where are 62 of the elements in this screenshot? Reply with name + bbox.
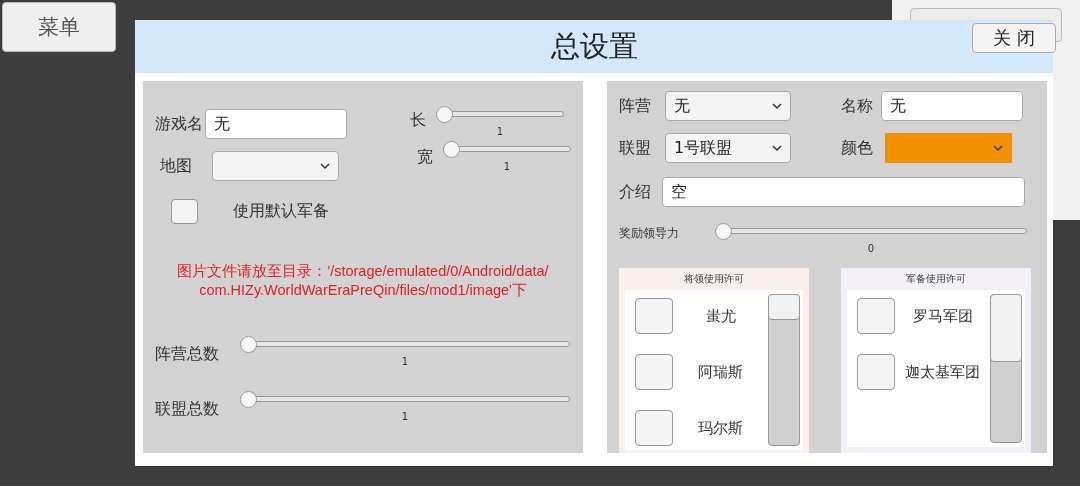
input-field[interactable]: 空 [662, 177, 1025, 207]
field-label: 奖励领导力 [619, 225, 680, 242]
list-item-name: 蚩尤 [704, 306, 737, 326]
checkbox[interactable] [857, 354, 895, 390]
chevron-down-icon [320, 162, 330, 170]
checkbox[interactable] [635, 354, 673, 390]
slider-thumb[interactable] [715, 223, 732, 240]
dropdown-value: 1号联盟 [674, 137, 733, 159]
slider[interactable] [240, 336, 570, 353]
slider[interactable] [436, 105, 564, 123]
slider-thumb[interactable] [443, 140, 460, 158]
field-label: 地图 [160, 155, 192, 177]
dropdown[interactable] [212, 151, 339, 181]
slider-thumb[interactable] [240, 336, 257, 353]
field-label: 游戏名 [155, 113, 203, 135]
checkbox-label: 使用默认军备 [233, 201, 329, 222]
chevron-down-icon [772, 102, 782, 110]
color-dropdown[interactable] [885, 133, 1012, 163]
slider-value: 1 [401, 411, 409, 422]
slider[interactable] [240, 391, 570, 408]
field-label: 介绍 [619, 181, 652, 203]
scrollbar[interactable] [768, 294, 800, 446]
list-item-name: 阿瑞斯 [697, 362, 744, 382]
field-label: 阵营总数 [155, 344, 220, 365]
slider-value: 1 [401, 356, 409, 367]
field-label: 宽 [417, 146, 433, 168]
list-title: 将领使用许可 [684, 272, 744, 286]
dialog-title: 总设置 [550, 27, 638, 65]
scrollbar[interactable] [990, 294, 1022, 443]
checkbox[interactable] [635, 410, 673, 446]
slider[interactable] [443, 140, 571, 158]
checkbox[interactable] [635, 298, 673, 334]
field-label: 阵营 [619, 95, 652, 117]
checkbox[interactable] [171, 199, 198, 224]
slider-value: 1 [496, 125, 504, 137]
close-button[interactable]: 关 闭 [972, 23, 1056, 53]
list-item-name: 玛尔斯 [697, 418, 744, 438]
field-label: 联盟总数 [155, 399, 220, 420]
list-title: 军备使用许可 [906, 272, 966, 286]
input-field[interactable]: 无 [881, 91, 1023, 121]
dropdown[interactable]: 无 [665, 91, 791, 121]
field-label: 联盟 [619, 137, 652, 159]
input-field[interactable]: 无 [205, 109, 347, 139]
chevron-down-icon [993, 144, 1003, 152]
dropdown-value: 无 [674, 95, 690, 117]
chevron-down-icon [772, 144, 782, 152]
field-label: 名称 [841, 95, 874, 117]
checkbox[interactable] [857, 298, 895, 334]
menu-button[interactable]: 菜单 [2, 2, 116, 52]
scrollbar-thumb[interactable] [990, 294, 1022, 362]
scrollbar-thumb[interactable] [768, 294, 800, 320]
slider-value: 0 [867, 243, 875, 254]
list-item-name: 迦太基军团 [904, 362, 981, 382]
field-label: 颜色 [841, 137, 874, 159]
slider-value: 1 [503, 160, 511, 172]
slider-thumb[interactable] [436, 105, 453, 123]
dropdown[interactable]: 1号联盟 [665, 133, 791, 163]
field-label: 长 [410, 109, 426, 131]
notice-text: 图片文件请放至目录：'/storage/emulated/0/Android/data/ com.HIZy.WorldWarEraPreQin/files/mod1/image'下 [176, 262, 550, 300]
slider[interactable] [715, 223, 1027, 240]
slider-thumb[interactable] [240, 391, 257, 408]
list-item-name: 罗马军团 [911, 306, 974, 326]
